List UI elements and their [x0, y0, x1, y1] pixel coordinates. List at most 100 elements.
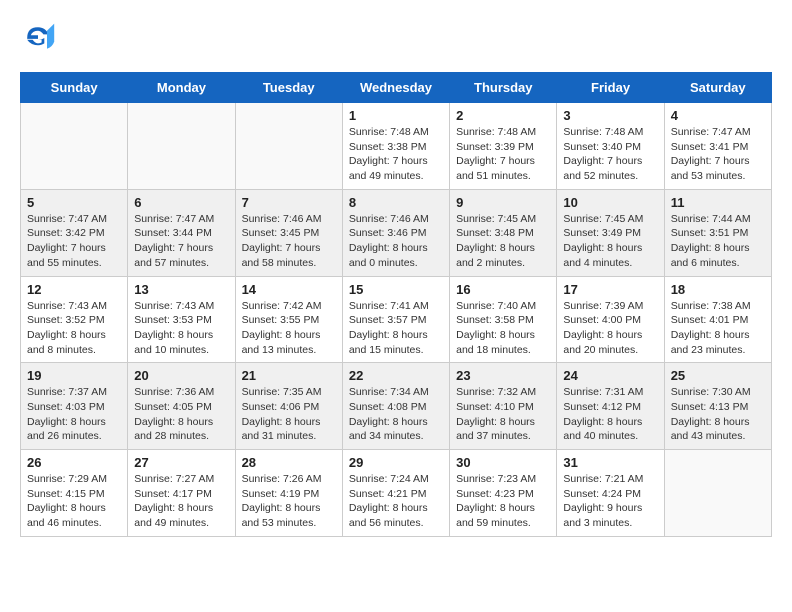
calendar-cell: 19Sunrise: 7:37 AM Sunset: 4:03 PM Dayli…: [21, 363, 128, 450]
day-info: Sunrise: 7:38 AM Sunset: 4:01 PM Dayligh…: [671, 299, 765, 358]
day-number: 20: [134, 368, 228, 383]
calendar-week-row: 12 Sunrise: 7:43 AM Sunset: 3:52 PM Dayli…: [21, 276, 772, 363]
calendar-cell: 16Sunrise: 7:40 AM Sunset: 3:58 PM Dayli…: [450, 276, 557, 363]
calendar-cell: [235, 103, 342, 190]
weekday-header-saturday: Saturday: [664, 73, 771, 103]
day-info: Sunrise: 7:31 AM Sunset: 4:12 PM Dayligh…: [563, 385, 657, 444]
day-number: 31: [563, 455, 657, 470]
day-info: Sunrise: 7:44 AM Sunset: 3:51 PM Dayligh…: [671, 212, 765, 271]
day-number: 4: [671, 108, 765, 123]
weekday-header-row: SundayMondayTuesdayWednesdayThursdayFrid…: [21, 73, 772, 103]
day-info: Sunrise: 7:27 AM Sunset: 4:17 PM Dayligh…: [134, 472, 228, 531]
calendar-cell: 8 Sunrise: 7:46 AM Sunset: 3:46 PM Daylig…: [342, 189, 449, 276]
calendar-cell: 3 Sunrise: 7:48 AM Sunset: 3:40 PM Daylig…: [557, 103, 664, 190]
calendar-body: 1 Sunrise: 7:48 AM Sunset: 3:38 PM Daylig…: [21, 103, 772, 537]
day-info: Sunrise: 7:47 AM Sunset: 3:42 PM Dayligh…: [27, 212, 121, 271]
day-number: 26: [27, 455, 121, 470]
day-info: Sunrise: 7:36 AM Sunset: 4:05 PM Dayligh…: [134, 385, 228, 444]
day-number: 10: [563, 195, 657, 210]
day-number: 3: [563, 108, 657, 123]
day-info: Sunrise: 7:23 AM Sunset: 4:23 PM Dayligh…: [456, 472, 550, 531]
day-number: 1: [349, 108, 443, 123]
calendar-cell: 10Sunrise: 7:45 AM Sunset: 3:49 PM Dayli…: [557, 189, 664, 276]
calendar-cell: 6 Sunrise: 7:47 AM Sunset: 3:44 PM Daylig…: [128, 189, 235, 276]
day-number: 9: [456, 195, 550, 210]
calendar-cell: 15Sunrise: 7:41 AM Sunset: 3:57 PM Dayli…: [342, 276, 449, 363]
calendar-cell: 2 Sunrise: 7:48 AM Sunset: 3:39 PM Daylig…: [450, 103, 557, 190]
day-number: 13: [134, 282, 228, 297]
day-number: 17: [563, 282, 657, 297]
calendar-week-row: 5 Sunrise: 7:47 AM Sunset: 3:42 PM Daylig…: [21, 189, 772, 276]
day-info: Sunrise: 7:42 AM Sunset: 3:55 PM Dayligh…: [242, 299, 336, 358]
calendar-cell: 24 Sunrise: 7:31 AM Sunset: 4:12 PM Dayli…: [557, 363, 664, 450]
logo: [20, 20, 60, 56]
calendar-cell: 21Sunrise: 7:35 AM Sunset: 4:06 PM Dayli…: [235, 363, 342, 450]
calendar-cell: [21, 103, 128, 190]
day-info: Sunrise: 7:48 AM Sunset: 3:39 PM Dayligh…: [456, 125, 550, 184]
calendar-cell: 26 Sunrise: 7:29 AM Sunset: 4:15 PM Dayli…: [21, 450, 128, 537]
day-info: Sunrise: 7:46 AM Sunset: 3:45 PM Dayligh…: [242, 212, 336, 271]
day-number: 28: [242, 455, 336, 470]
day-info: Sunrise: 7:24 AM Sunset: 4:21 PM Dayligh…: [349, 472, 443, 531]
day-info: Sunrise: 7:41 AM Sunset: 3:57 PM Dayligh…: [349, 299, 443, 358]
day-number: 23: [456, 368, 550, 383]
calendar-cell: 12 Sunrise: 7:43 AM Sunset: 3:52 PM Dayli…: [21, 276, 128, 363]
calendar-header: SundayMondayTuesdayWednesdayThursdayFrid…: [21, 73, 772, 103]
day-number: 16: [456, 282, 550, 297]
day-number: 25: [671, 368, 765, 383]
calendar-week-row: 26 Sunrise: 7:29 AM Sunset: 4:15 PM Dayli…: [21, 450, 772, 537]
day-info: Sunrise: 7:32 AM Sunset: 4:10 PM Dayligh…: [456, 385, 550, 444]
day-number: 27: [134, 455, 228, 470]
day-info: Sunrise: 7:46 AM Sunset: 3:46 PM Dayligh…: [349, 212, 443, 271]
day-info: Sunrise: 7:29 AM Sunset: 4:15 PM Dayligh…: [27, 472, 121, 531]
day-number: 12: [27, 282, 121, 297]
calendar-cell: 14 Sunrise: 7:42 AM Sunset: 3:55 PM Dayli…: [235, 276, 342, 363]
day-number: 21: [242, 368, 336, 383]
logo-icon: [20, 20, 56, 56]
calendar-cell: 29 Sunrise: 7:24 AM Sunset: 4:21 PM Dayli…: [342, 450, 449, 537]
day-number: 8: [349, 195, 443, 210]
calendar-cell: 11 Sunrise: 7:44 AM Sunset: 3:51 PM Dayli…: [664, 189, 771, 276]
day-info: Sunrise: 7:45 AM Sunset: 3:48 PM Dayligh…: [456, 212, 550, 271]
weekday-header-wednesday: Wednesday: [342, 73, 449, 103]
calendar-cell: 28Sunrise: 7:26 AM Sunset: 4:19 PM Dayli…: [235, 450, 342, 537]
day-info: Sunrise: 7:47 AM Sunset: 3:44 PM Dayligh…: [134, 212, 228, 271]
calendar-cell: 25Sunrise: 7:30 AM Sunset: 4:13 PM Dayli…: [664, 363, 771, 450]
day-number: 29: [349, 455, 443, 470]
day-info: Sunrise: 7:37 AM Sunset: 4:03 PM Dayligh…: [27, 385, 121, 444]
weekday-header-friday: Friday: [557, 73, 664, 103]
day-info: Sunrise: 7:39 AM Sunset: 4:00 PM Dayligh…: [563, 299, 657, 358]
calendar-cell: [128, 103, 235, 190]
calendar-cell: 9 Sunrise: 7:45 AM Sunset: 3:48 PM Daylig…: [450, 189, 557, 276]
weekday-header-monday: Monday: [128, 73, 235, 103]
day-number: 2: [456, 108, 550, 123]
calendar-cell: 4 Sunrise: 7:47 AM Sunset: 3:41 PM Daylig…: [664, 103, 771, 190]
day-info: Sunrise: 7:47 AM Sunset: 3:41 PM Dayligh…: [671, 125, 765, 184]
day-number: 18: [671, 282, 765, 297]
day-info: Sunrise: 7:48 AM Sunset: 3:38 PM Dayligh…: [349, 125, 443, 184]
day-info: Sunrise: 7:21 AM Sunset: 4:24 PM Dayligh…: [563, 472, 657, 531]
calendar-cell: 22Sunrise: 7:34 AM Sunset: 4:08 PM Dayli…: [342, 363, 449, 450]
day-number: 7: [242, 195, 336, 210]
calendar-cell: 13 Sunrise: 7:43 AM Sunset: 3:53 PM Dayli…: [128, 276, 235, 363]
calendar-cell: 23 Sunrise: 7:32 AM Sunset: 4:10 PM Dayli…: [450, 363, 557, 450]
day-info: Sunrise: 7:34 AM Sunset: 4:08 PM Dayligh…: [349, 385, 443, 444]
weekday-header-thursday: Thursday: [450, 73, 557, 103]
day-number: 6: [134, 195, 228, 210]
day-info: Sunrise: 7:43 AM Sunset: 3:53 PM Dayligh…: [134, 299, 228, 358]
day-info: Sunrise: 7:48 AM Sunset: 3:40 PM Dayligh…: [563, 125, 657, 184]
calendar-cell: 31 Sunrise: 7:21 AM Sunset: 4:24 PM Dayli…: [557, 450, 664, 537]
day-info: Sunrise: 7:43 AM Sunset: 3:52 PM Dayligh…: [27, 299, 121, 358]
day-number: 30: [456, 455, 550, 470]
day-number: 5: [27, 195, 121, 210]
day-number: 14: [242, 282, 336, 297]
weekday-header-tuesday: Tuesday: [235, 73, 342, 103]
calendar-cell: 1 Sunrise: 7:48 AM Sunset: 3:38 PM Daylig…: [342, 103, 449, 190]
day-number: 11: [671, 195, 765, 210]
calendar-week-row: 1 Sunrise: 7:48 AM Sunset: 3:38 PM Daylig…: [21, 103, 772, 190]
day-number: 24: [563, 368, 657, 383]
page-header: [20, 20, 772, 56]
calendar-table: SundayMondayTuesdayWednesdayThursdayFrid…: [20, 72, 772, 537]
calendar-cell: 20 Sunrise: 7:36 AM Sunset: 4:05 PM Dayli…: [128, 363, 235, 450]
calendar-week-row: 19Sunrise: 7:37 AM Sunset: 4:03 PM Dayli…: [21, 363, 772, 450]
